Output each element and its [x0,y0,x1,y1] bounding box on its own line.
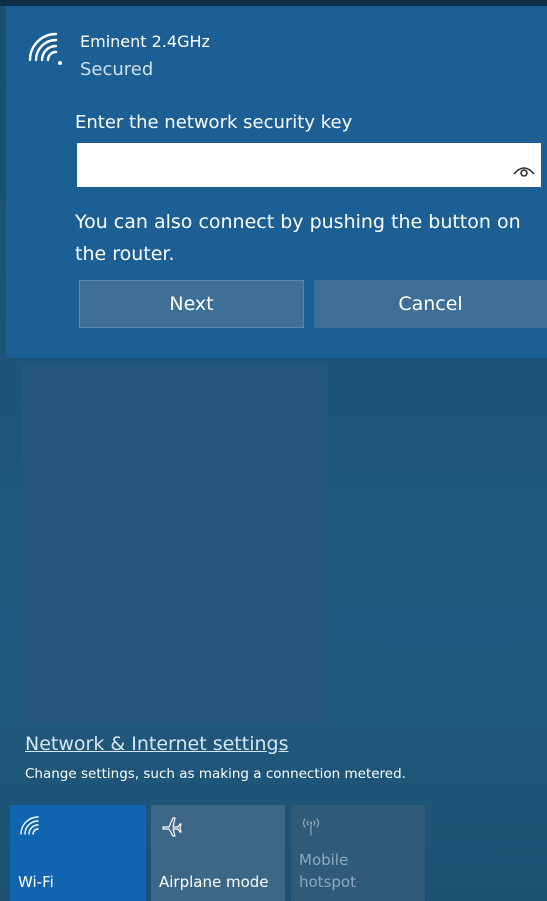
airplane-icon [162,817,182,837]
airplane-mode-quick-action[interactable]: Airplane mode [151,805,285,901]
wifi-tile-label: Wi-Fi [18,873,54,891]
security-key-input[interactable] [77,143,541,187]
security-key-label: Enter the network security key [75,112,353,133]
wifi-signal-icon [28,32,62,65]
push-button-hint: You can also connect by pushing the butt… [75,211,521,265]
reveal-password-icon[interactable] [513,164,535,178]
hotspot-tile-label: Mobile hotspot [299,851,356,891]
network-name: Eminent 2.4GHz [80,32,210,51]
cancel-button[interactable]: Cancel [314,280,547,328]
network-settings-link[interactable]: Network & Internet settings [25,733,288,755]
next-button[interactable]: Next [79,280,304,328]
network-settings-description: Change settings, such as making a connec… [25,766,406,782]
hotspot-icon [302,818,320,836]
wifi-icon [20,816,39,835]
airplane-tile-label: Airplane mode [159,873,269,891]
wifi-quick-action[interactable]: Wi-Fi [10,805,146,901]
network-status: Secured [80,59,154,80]
mobile-hotspot-quick-action[interactable]: Mobile hotspot [291,805,425,901]
empty-network-area [22,364,328,724]
